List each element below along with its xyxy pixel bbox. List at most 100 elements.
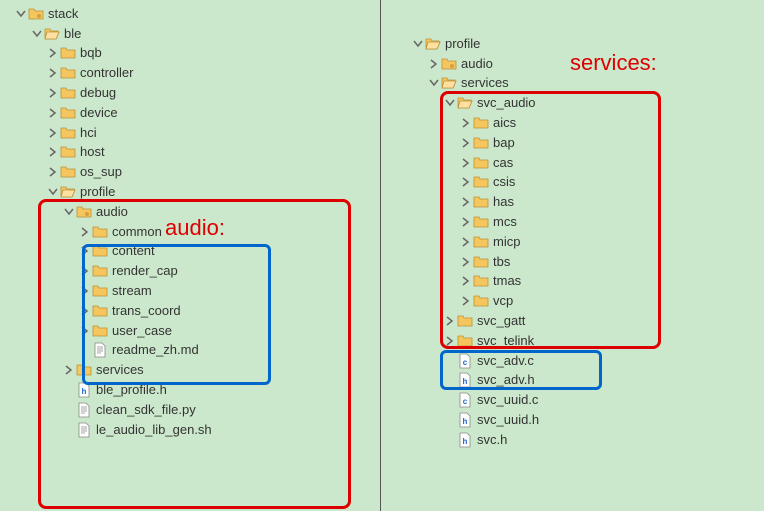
- twistie-open-icon[interactable]: [16, 9, 26, 19]
- node-tmas[interactable]: tmas: [381, 272, 764, 292]
- node-debug[interactable]: debug: [0, 83, 380, 103]
- node-clean-sdk[interactable]: clean_sdk_file.py: [0, 400, 380, 420]
- folder-icon: [92, 243, 108, 259]
- twistie-closed-icon[interactable]: [48, 167, 58, 177]
- twistie-closed-icon[interactable]: [461, 237, 471, 247]
- node-render-cap[interactable]: render_cap: [0, 261, 380, 281]
- twistie-closed-icon[interactable]: [48, 48, 58, 58]
- folder-icon: [473, 155, 489, 171]
- node-os-sup[interactable]: os_sup: [0, 162, 380, 182]
- folder-icon: [76, 362, 92, 378]
- twistie-closed-icon[interactable]: [461, 276, 471, 286]
- twistie-closed-icon[interactable]: [461, 257, 471, 267]
- twistie-closed-icon[interactable]: [445, 316, 455, 326]
- node-stack[interactable]: stack: [0, 4, 380, 24]
- twistie-closed-icon[interactable]: [80, 306, 90, 316]
- twistie-closed-icon[interactable]: [80, 286, 90, 296]
- node-user-case[interactable]: user_case: [0, 321, 380, 341]
- node-svc-uuid-c[interactable]: svc_uuid.c: [381, 390, 764, 410]
- folder-icon: [92, 323, 108, 339]
- twistie-closed-icon[interactable]: [461, 158, 471, 168]
- node-svc-adv-h[interactable]: svc_adv.h: [381, 371, 764, 391]
- twistie-closed-icon[interactable]: [461, 138, 471, 148]
- folder-icon: [28, 6, 44, 22]
- node-services[interactable]: services: [0, 360, 380, 380]
- node-svc-telink[interactable]: svc_telink: [381, 331, 764, 351]
- node-content[interactable]: content: [0, 242, 380, 262]
- folder-open-icon: [425, 36, 441, 52]
- node-aics[interactable]: aics: [381, 113, 764, 133]
- folder-open-icon: [441, 75, 457, 91]
- node-svc-audio[interactable]: svc_audio: [381, 93, 764, 113]
- node-host[interactable]: host: [0, 143, 380, 163]
- twistie-closed-icon[interactable]: [445, 336, 455, 346]
- c-file-icon: [457, 353, 473, 369]
- node-vcp[interactable]: vcp: [381, 291, 764, 311]
- node-stream[interactable]: stream: [0, 281, 380, 301]
- node-cas[interactable]: cas: [381, 153, 764, 173]
- tree-right: profile audio services svc_audio aics ba…: [381, 0, 764, 511]
- twistie-closed-icon[interactable]: [48, 147, 58, 157]
- twistie-closed-icon[interactable]: [80, 266, 90, 276]
- folder-icon: [457, 313, 473, 329]
- node-csis[interactable]: csis: [381, 173, 764, 193]
- node-svc-uuid-h[interactable]: svc_uuid.h: [381, 410, 764, 430]
- twistie-closed-icon[interactable]: [461, 118, 471, 128]
- twistie-open-icon[interactable]: [32, 29, 42, 39]
- folder-deco-icon: [441, 56, 457, 72]
- node-has[interactable]: has: [381, 192, 764, 212]
- h-file-icon: [457, 412, 473, 428]
- twistie-closed-icon[interactable]: [48, 88, 58, 98]
- twistie-closed-icon[interactable]: [461, 197, 471, 207]
- node-trans-coord[interactable]: trans_coord: [0, 301, 380, 321]
- node-readme[interactable]: readme_zh.md: [0, 341, 380, 361]
- twistie-closed-icon[interactable]: [461, 177, 471, 187]
- twistie-closed-icon[interactable]: [48, 128, 58, 138]
- twistie-closed-icon[interactable]: [461, 217, 471, 227]
- node-svc-adv-c[interactable]: svc_adv.c: [381, 351, 764, 371]
- node-svc-gatt[interactable]: svc_gatt: [381, 311, 764, 331]
- twistie-closed-icon[interactable]: [80, 227, 90, 237]
- folder-icon: [60, 85, 76, 101]
- twistie-open-icon[interactable]: [429, 78, 439, 88]
- twistie-open-icon[interactable]: [413, 39, 423, 49]
- node-audio[interactable]: audio: [0, 202, 380, 222]
- twistie-open-icon[interactable]: [48, 187, 58, 197]
- node-profile[interactable]: profile: [0, 182, 380, 202]
- folder-icon: [473, 234, 489, 250]
- node-ble-profile-h[interactable]: ble_profile.h: [0, 380, 380, 400]
- twistie-closed-icon[interactable]: [461, 296, 471, 306]
- node-mcs[interactable]: mcs: [381, 212, 764, 232]
- node-device[interactable]: device: [0, 103, 380, 123]
- tree-left: stack ble bqb controller debug device hc…: [0, 0, 380, 511]
- folder-icon: [457, 333, 473, 349]
- twistie-closed-icon[interactable]: [48, 68, 58, 78]
- folder-icon: [60, 45, 76, 61]
- folder-icon: [60, 105, 76, 121]
- node-le-audio[interactable]: le_audio_lib_gen.sh: [0, 420, 380, 440]
- node-svc-h[interactable]: svc.h: [381, 430, 764, 450]
- twistie-closed-icon[interactable]: [48, 108, 58, 118]
- twistie-closed-icon[interactable]: [80, 326, 90, 336]
- node-tbs[interactable]: tbs: [381, 252, 764, 272]
- node-services-r[interactable]: services: [381, 74, 764, 94]
- folder-icon: [473, 194, 489, 210]
- node-bap[interactable]: bap: [381, 133, 764, 153]
- twistie-open-icon[interactable]: [445, 98, 455, 108]
- folder-icon: [92, 283, 108, 299]
- node-ble[interactable]: ble: [0, 24, 380, 44]
- folder-open-icon: [60, 184, 76, 200]
- node-hci[interactable]: hci: [0, 123, 380, 143]
- twistie-closed-icon[interactable]: [429, 59, 439, 69]
- twistie-open-icon[interactable]: [64, 207, 74, 217]
- text-file-icon: [76, 422, 92, 438]
- node-common[interactable]: common: [0, 222, 380, 242]
- twistie-closed-icon[interactable]: [64, 365, 74, 375]
- node-bqb[interactable]: bqb: [0, 44, 380, 64]
- node-micp[interactable]: micp: [381, 232, 764, 252]
- node-controller[interactable]: controller: [0, 63, 380, 83]
- node-profile-r[interactable]: profile: [381, 34, 764, 54]
- folder-icon: [60, 65, 76, 81]
- twistie-closed-icon[interactable]: [80, 246, 90, 256]
- node-audio-r[interactable]: audio: [381, 54, 764, 74]
